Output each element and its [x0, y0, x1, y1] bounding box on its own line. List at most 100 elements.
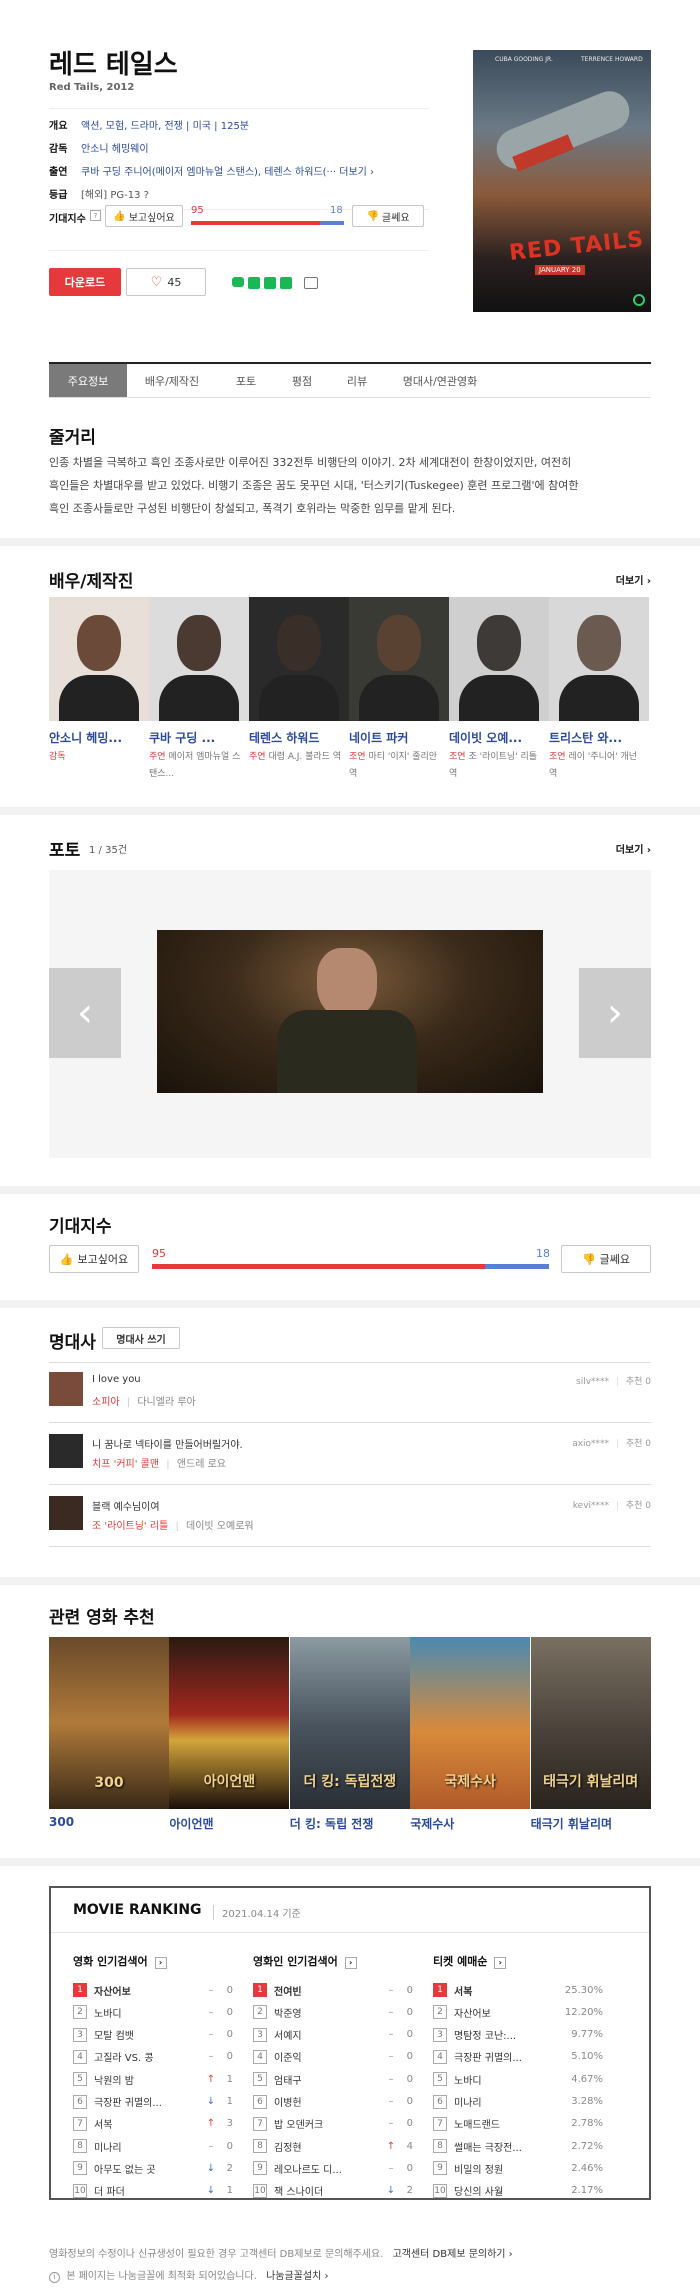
cast-name[interactable]: 안소니 헤밍... [49, 729, 147, 746]
tab-main-info[interactable]: 주요정보 [49, 364, 127, 397]
ranking-row[interactable]: 3 서예지 – 0 [253, 2024, 413, 2046]
ranking-column-title[interactable]: 영화인 인기검색어 › [253, 1953, 357, 1969]
movie-poster[interactable]: CUBA GOODING JR. TERRENCE HOWARD RED TAI… [473, 50, 651, 312]
ranking-row[interactable]: 7 서복 ↑ 3 [73, 2113, 233, 2135]
ranking-row[interactable]: 8 김정현 ↑ 4 [253, 2135, 413, 2157]
write-quote-button[interactable]: 명대사 쓰기 [102, 1327, 180, 1349]
ranking-row[interactable]: 10 당신의 사월 2.17% [433, 2180, 603, 2202]
photo-count: 1 / 35건 [89, 845, 128, 856]
ranking-row[interactable]: 9 레오나르도 디... – 0 [253, 2157, 413, 2179]
line-share-icon[interactable] [232, 277, 244, 287]
quote-character: 소피아 | 다니엘라 루아 [92, 1397, 196, 1408]
cast-name[interactable]: 데이빗 오예... [449, 729, 547, 746]
db-report-link[interactable]: 고객센터 DB제보 문의하기 › [393, 2249, 513, 2260]
tab-cast[interactable]: 배우/제작진 [127, 365, 217, 397]
rank-change-icon: – [388, 2006, 394, 2018]
related-movie-poster[interactable]: 태극기 휘날리며 [530, 1637, 651, 1809]
related-movie-title[interactable]: 300 [49, 1815, 74, 1829]
ranking-row[interactable]: 6 이병헌 – 0 [253, 2091, 413, 2113]
ranking-row[interactable]: 5 노바디 4.67% [433, 2068, 603, 2090]
ranking-row[interactable]: 10 더 파더 ↓ 1 [73, 2180, 233, 2202]
ranking-row[interactable]: 4 극장판 귀멸의... 5.10% [433, 2046, 603, 2068]
ranking-row[interactable]: 8 썰매는 극장전... 2.72% [433, 2135, 603, 2157]
cast-title: 배우/제작진 [49, 572, 134, 592]
cast-photo[interactable] [149, 597, 249, 721]
ranking-column-title[interactable]: 영화 인기검색어 › [73, 1953, 167, 1969]
ranking-title: MOVIE RANKING [73, 1902, 202, 1918]
ranking-row[interactable]: 2 노바디 – 0 [73, 2001, 233, 2023]
cast-photo[interactable] [349, 597, 449, 721]
ranking-row[interactable]: 3 모탈 컴뱃 – 0 [73, 2024, 233, 2046]
ranking-row[interactable]: 10 잭 스나이더 ↓ 2 [253, 2180, 413, 2202]
ranking-row[interactable]: 6 극장판 귀멸의... ↓ 1 [73, 2091, 233, 2113]
cast-name[interactable]: 쿠바 구딩 ... [149, 729, 247, 746]
info-row-rating: 등급 [해외] PG-13 ? [49, 190, 149, 201]
want-button[interactable]: 👍 보고싶어요 [105, 205, 183, 227]
rank-change-icon: – [388, 1984, 394, 1996]
ranking-row[interactable]: 1 자산어보 – 0 [73, 1979, 233, 2001]
photo-title: 포토 [49, 841, 81, 861]
cast-name[interactable]: 트리스탄 와... [549, 729, 647, 746]
ranking-row[interactable]: 3 명탐정 코난:... 9.77% [433, 2024, 603, 2046]
ranking-row[interactable]: 1 전여빈 – 0 [253, 1979, 413, 2001]
tab-review[interactable]: 리뷰 [329, 365, 385, 397]
ranking-row[interactable]: 1 서복 25.30% [433, 1979, 603, 2001]
dislike-button-2[interactable]: 👎 글쎄요 [561, 1245, 651, 1273]
related-movie-title[interactable]: 태극기 휘날리며 [531, 1815, 612, 1832]
photo-prev-button[interactable]: ‹ [49, 968, 121, 1058]
recommend-button[interactable]: 추천 0 [626, 1377, 651, 1387]
ranking-row[interactable]: 9 비밀의 정원 2.46% [433, 2157, 603, 2179]
tab-photo[interactable]: 포토 [217, 365, 275, 397]
related-movie-poster[interactable]: 아이언맨 [169, 1637, 290, 1809]
ranking-row[interactable]: 7 노매드랜드 2.78% [433, 2113, 603, 2135]
related-movie-title[interactable]: 아이언맨 [169, 1815, 213, 1832]
ranking-row[interactable]: 5 낙원의 밤 ↑ 1 [73, 2068, 233, 2090]
ranking-row[interactable]: 7 밥 오덴커크 – 0 [253, 2113, 413, 2135]
ranking-row[interactable]: 6 미나리 3.28% [433, 2091, 603, 2113]
info-row-cast: 출연 쿠바 구딩 주니어(메이저 엠마뉴얼 스탠스), 테렌스 하워드(··· … [49, 167, 375, 178]
ranking-row[interactable]: 8 미나리 – 0 [73, 2135, 233, 2157]
cast-more-link[interactable]: 더보기 › [616, 572, 651, 587]
rank-change-icon: – [208, 2140, 214, 2152]
cast-photo[interactable] [49, 597, 149, 721]
ranking-column-title[interactable]: 티켓 예매순 › [433, 1953, 507, 1969]
rank-change-icon: ↓ [206, 2162, 216, 2174]
cast-name[interactable]: 네이트 파커 [349, 729, 447, 746]
tab-quotes-related[interactable]: 명대사/연관영화 [385, 365, 495, 397]
dislike-button[interactable]: 👎 글쎄요 [352, 205, 424, 227]
photo-more-link[interactable]: 더보기 › [616, 841, 651, 856]
share-icon[interactable] [304, 277, 318, 289]
poster-zoom-icon[interactable] [633, 294, 645, 306]
want-button-2[interactable]: 👍 보고싶어요 [49, 1245, 139, 1273]
cast-photo[interactable] [249, 597, 349, 721]
band-share-icon[interactable] [264, 277, 276, 289]
ranking-row[interactable]: 9 아무도 없는 곳 ↓ 2 [73, 2157, 233, 2179]
related-movie-title[interactable]: 국제수사 [410, 1815, 454, 1832]
ranking-row[interactable]: 4 이준익 – 0 [253, 2046, 413, 2068]
naver-share-icon[interactable] [280, 277, 292, 289]
expect-help-icon[interactable]: ? [90, 210, 101, 221]
ranking-row[interactable]: 2 박준영 – 0 [253, 2001, 413, 2023]
ranking-row[interactable]: 5 엄태구 – 0 [253, 2068, 413, 2090]
ranking-row[interactable]: 2 자산어보 12.20% [433, 2001, 603, 2023]
photo-image[interactable] [157, 930, 543, 1093]
cast-photo[interactable] [449, 597, 549, 721]
kakao-share-icon[interactable] [248, 277, 260, 289]
recommend-button[interactable]: 추천 0 [626, 1439, 651, 1449]
related-movie-poster[interactable]: 더 킹: 독립전쟁 [289, 1637, 410, 1809]
recommend-button[interactable]: 추천 0 [626, 1501, 651, 1511]
tab-rating[interactable]: 평점 [275, 365, 329, 397]
related-movie-poster[interactable]: 국제수사 [410, 1637, 531, 1809]
photo-next-button[interactable]: › [579, 968, 651, 1058]
expect-bar-2 [152, 1264, 549, 1269]
cast-photo[interactable] [549, 597, 649, 721]
cast-name[interactable]: 테렌스 하워드 [249, 729, 347, 746]
ranking-row[interactable]: 4 고질라 VS. 콩 – 0 [73, 2046, 233, 2068]
cast-role: 조연 레이 '주니어' 개넌 역 [549, 752, 638, 779]
download-button[interactable]: 다운로드 [49, 268, 121, 296]
font-install-link[interactable]: 나눔글꼴설치 › [266, 2271, 328, 2282]
like-button[interactable]: ♡ 45 [126, 268, 206, 296]
info-row-genre: 개요 액션, 모험, 드라마, 전쟁 | 미국 | 125분 [49, 121, 250, 132]
related-movie-poster[interactable]: 300 [49, 1637, 169, 1809]
related-movie-title[interactable]: 더 킹: 독립 전쟁 [290, 1815, 374, 1832]
